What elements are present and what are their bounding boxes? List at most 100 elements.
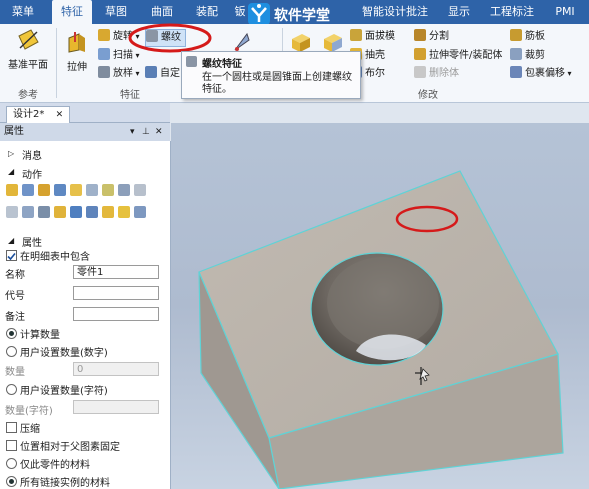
action-icon-5[interactable] (70, 184, 82, 196)
all-linked-material-radio[interactable] (6, 476, 17, 487)
tab-smart-design[interactable]: 智能设计批注 (358, 0, 432, 24)
close-tab-icon[interactable]: ✕ (56, 110, 64, 120)
group-label-reference: 参考 (18, 90, 38, 101)
extrude-label: 拉伸 (67, 62, 87, 73)
wrap-offset-button[interactable]: 包裹偏移 ▾ (510, 66, 572, 82)
custom-button[interactable]: 自定 (145, 66, 180, 82)
action-icon-7[interactable] (102, 184, 114, 196)
user-qty-number-label: 用户设置数量(数字) (20, 348, 108, 359)
rib-label: 筋板 (525, 31, 545, 42)
part-material-only-radio[interactable] (6, 458, 17, 469)
split-icon (414, 29, 426, 41)
action-icon-6[interactable] (86, 184, 98, 196)
loft-button[interactable]: 放样 ▾ (98, 66, 140, 82)
code-field[interactable] (73, 286, 159, 300)
code-label: 代号 (5, 291, 25, 302)
stretch-part-button[interactable]: 拉伸零件/装配体 (414, 48, 502, 64)
tooltip-description: 在一个圆柱或是圆锥面上创建螺纹特征。 (202, 72, 352, 95)
qty-field[interactable]: 0 (73, 362, 159, 376)
compress-label: 压缩 (20, 424, 40, 435)
tooltip-title: 螺纹特征 (202, 59, 242, 70)
section-messages[interactable]: 消息 (22, 147, 42, 162)
pin-icon[interactable]: ⊥ (142, 123, 150, 141)
part-material-only-label: 仅此零件的材料 (20, 460, 90, 471)
split-label: 分割 (429, 31, 449, 42)
include-in-bom-checkbox[interactable] (6, 250, 17, 261)
note-label: 备注 (5, 312, 25, 323)
action-icon-13[interactable] (54, 206, 66, 218)
document-tab[interactable]: 设计2* ✕ (6, 106, 71, 123)
action-icon-12[interactable] (38, 206, 50, 218)
action-icon-3[interactable] (38, 184, 50, 196)
action-icon-4[interactable] (54, 184, 66, 196)
shell-label: 抽壳 (365, 50, 385, 61)
action-icon-15[interactable] (86, 206, 98, 218)
rib-button[interactable]: 筋板 (510, 29, 545, 45)
datum-plane-button[interactable]: 基准平面 (4, 28, 52, 71)
action-icon-11[interactable] (22, 206, 34, 218)
panel-dropdown-icon[interactable]: ▾ (130, 123, 135, 141)
fix-relative-parent-checkbox[interactable] (6, 440, 17, 451)
3d-viewport[interactable] (171, 123, 589, 489)
collapse-arrow-icon[interactable]: ◢ (8, 236, 14, 245)
calc-qty-radio[interactable] (6, 328, 17, 339)
action-icon-9[interactable] (134, 184, 146, 196)
note-field[interactable] (73, 307, 159, 321)
logo-text: 软件学堂 (274, 8, 330, 24)
revolve-icon (98, 29, 110, 41)
wrap-offset-icon (510, 66, 522, 78)
tab-sketch[interactable]: 草图 (99, 0, 133, 24)
panel-title: 属性 (4, 126, 24, 137)
tab-menu[interactable]: 菜单 (6, 0, 40, 24)
action-icon-10[interactable] (6, 206, 18, 218)
qty-label: 数量 (5, 367, 25, 378)
include-in-bom-label: 在明细表中包含 (20, 252, 90, 263)
action-icon-18[interactable] (134, 206, 146, 218)
tab-feature[interactable]: 特征 (52, 0, 92, 24)
name-field[interactable]: 零件1 (73, 265, 159, 279)
action-icon-14[interactable] (70, 206, 82, 218)
tab-display[interactable]: 显示 (444, 0, 474, 24)
action-icon-17[interactable] (118, 206, 130, 218)
fix-relative-parent-label: 位置相对于父图素固定 (20, 442, 120, 453)
action-icon-8[interactable] (118, 184, 130, 196)
group-label-modify: 修改 (418, 90, 438, 101)
tab-pmi[interactable]: PMI (548, 0, 582, 24)
compress-checkbox[interactable] (6, 422, 17, 433)
tab-annotation[interactable]: 工程标注 (486, 0, 538, 24)
close-panel-icon[interactable]: ✕ (155, 123, 163, 141)
datum-plane-label: 基准平面 (8, 60, 48, 71)
trim-icon (510, 48, 522, 60)
user-qty-number-radio[interactable] (6, 346, 17, 357)
group-divider (56, 28, 57, 98)
rib-icon (510, 29, 522, 41)
action-icon-2[interactable] (22, 184, 34, 196)
user-qty-text-label: 用户设置数量(字符) (20, 386, 108, 397)
wrap-offset-label: 包裹偏移 (525, 68, 565, 79)
tab-assembly[interactable]: 装配 (190, 0, 224, 24)
loft-label: 放样 (113, 68, 133, 79)
tab-surface[interactable]: 曲面 (145, 0, 179, 24)
part-model[interactable] (171, 123, 589, 489)
section-properties[interactable]: 属性 (22, 234, 42, 249)
trim-button[interactable]: 裁剪 (510, 48, 545, 64)
expand-arrow-icon[interactable]: ▷ (8, 149, 14, 158)
delete-body-button[interactable]: 删除体 (414, 66, 459, 82)
trim-label: 裁剪 (525, 50, 545, 61)
section-actions[interactable]: 动作 (22, 166, 42, 181)
qty-text-field[interactable] (73, 400, 159, 414)
face-draft-label: 面拔模 (365, 31, 395, 42)
loft-icon (98, 66, 110, 78)
custom-icon (145, 66, 157, 78)
action-icon-1[interactable] (6, 184, 18, 196)
logo: 软件学堂 (246, 2, 344, 26)
extrude-button[interactable]: 拉伸 (60, 30, 94, 73)
sweep-icon (98, 48, 110, 60)
user-qty-text-radio[interactable] (6, 384, 17, 395)
action-icon-16[interactable] (102, 206, 114, 218)
split-button[interactable]: 分割 (414, 29, 449, 45)
extrude-icon (65, 30, 89, 54)
face-draft-button[interactable]: 面拔模 (350, 29, 395, 45)
thread-tooltip-icon (186, 56, 197, 67)
collapse-arrow-icon[interactable]: ◢ (8, 167, 14, 176)
